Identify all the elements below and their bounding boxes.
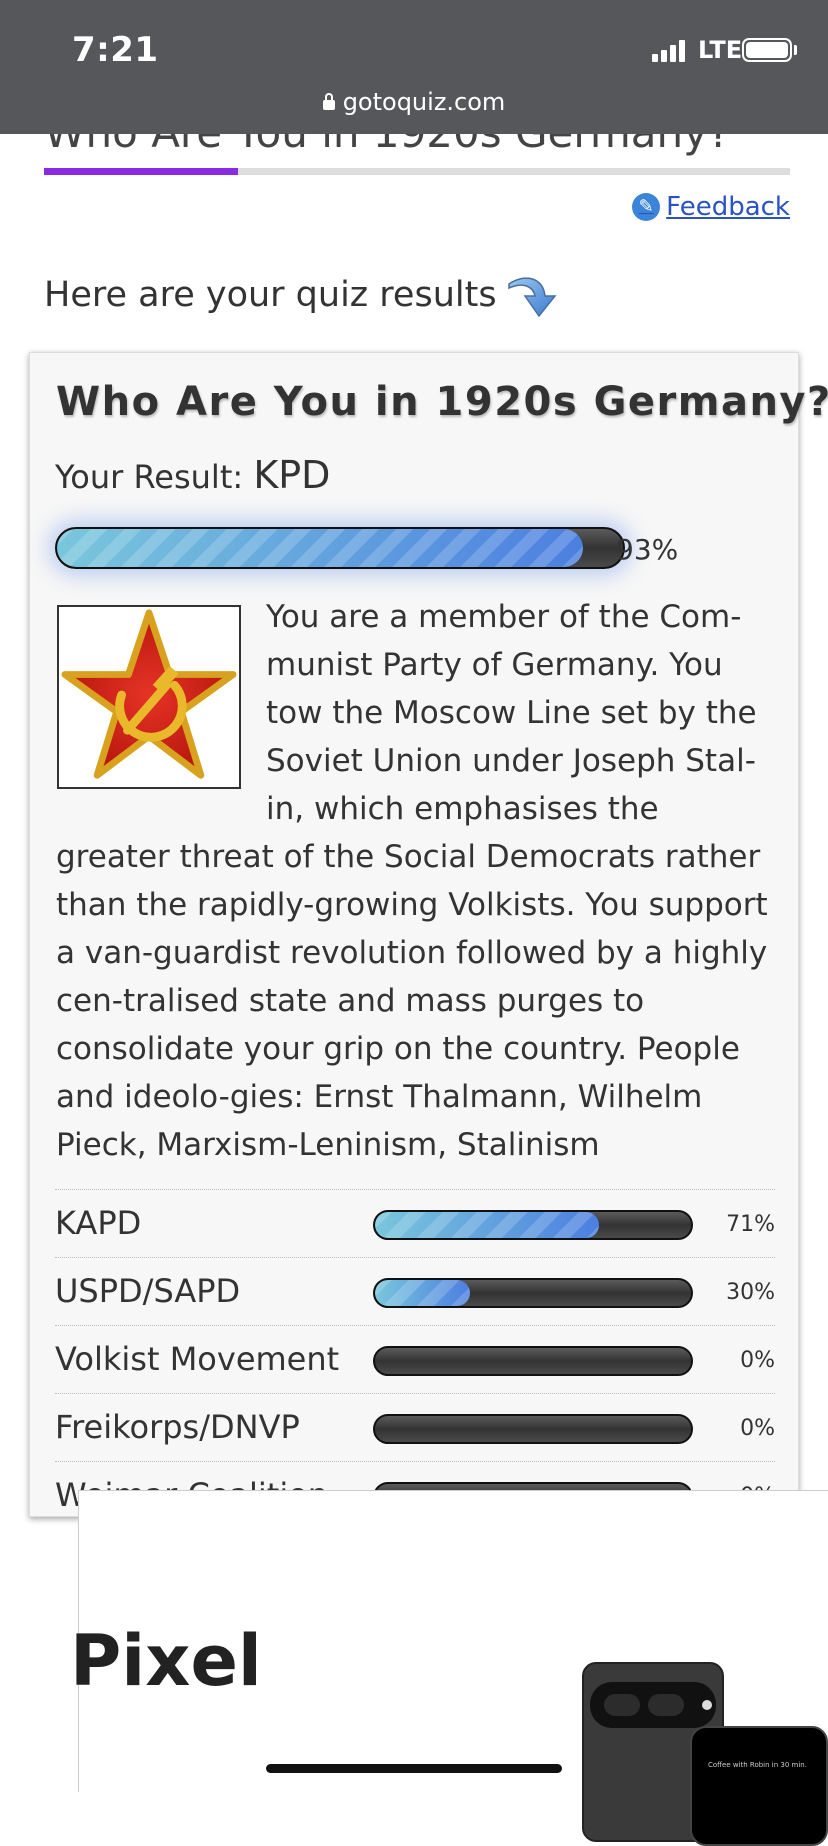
quiz-progress-fill — [44, 168, 238, 175]
curved-arrow-down-icon — [507, 277, 557, 318]
result-card-title: Who Are You in 1920s Germany? — [56, 379, 828, 425]
feedback-label: Feedback — [666, 192, 790, 222]
feedback-link[interactable]: ✎ Feedback — [632, 192, 790, 222]
signal-strength-icon — [652, 40, 688, 62]
other-result-row: Freikorps/DNVP 0% — [55, 1393, 775, 1461]
page-title: Who Are You in 1920s Germany? — [44, 134, 730, 157]
lock-icon — [322, 93, 335, 110]
other-result-name: USPD/SAPD — [55, 1272, 241, 1310]
address-bar[interactable]: gotoquiz.com — [0, 88, 828, 116]
other-result-percent: 30% — [726, 1280, 775, 1305]
battery-icon — [742, 38, 792, 62]
result-card: Who Are You in 1920s Germany? Your Resul… — [29, 352, 828, 1517]
your-result-value: KPD — [253, 453, 331, 497]
status-time: 7:21 — [72, 30, 159, 70]
other-result-percent: 71% — [726, 1212, 775, 1237]
results-intro: Here are your quiz results — [44, 270, 561, 320]
other-result-bar — [373, 1210, 693, 1240]
other-results-list: KAPD 71% USPD/SAPD 30% Volkist Movement 0% Fre… — [55, 1189, 775, 1529]
quiz-progress-bar — [44, 168, 790, 175]
result-percent-bar — [55, 527, 625, 569]
ad-phone-screen-image: Coffee with Robin in 30 min. — [690, 1726, 828, 1846]
url-text: gotoquiz.com — [342, 88, 506, 116]
other-result-percent: 0% — [740, 1416, 775, 1441]
your-result-label: Your Result: — [55, 458, 244, 496]
other-result-bar — [373, 1414, 693, 1444]
other-result-fill — [375, 1280, 470, 1306]
result-percent-label: 93% — [616, 533, 679, 566]
other-result-row: KAPD 71% — [55, 1189, 775, 1257]
page-content: Who Are You in 1920s Germany? ✎ Feedback… — [0, 134, 828, 1792]
result-percent-fill — [57, 529, 584, 567]
your-result: Your Result: KPD — [55, 453, 330, 497]
other-result-percent: 0% — [740, 1348, 775, 1373]
other-result-name: Freikorps/DNVP — [55, 1408, 300, 1446]
other-result-name: Volkist Movement — [55, 1340, 340, 1378]
other-result-name: KAPD — [55, 1204, 142, 1242]
network-type: LTE — [698, 36, 743, 64]
result-description: You are a member of the Com-munist Party… — [56, 593, 772, 1169]
status-bar: 7:21 LTE gotoquiz.com — [0, 0, 828, 134]
other-result-bar — [373, 1278, 693, 1308]
pencil-info-icon: ✎ — [632, 193, 661, 221]
other-result-row: USPD/SAPD 30% — [55, 1257, 775, 1325]
ad-headline[interactable]: Pixel — [70, 1620, 262, 1702]
home-indicator — [266, 1764, 562, 1773]
other-result-row: Volkist Movement 0% — [55, 1325, 775, 1393]
results-intro-text: Here are your quiz results — [44, 275, 497, 315]
other-result-bar — [373, 1346, 693, 1376]
other-result-fill — [375, 1212, 600, 1238]
ad-phone-screen-text: Coffee with Robin in 30 min. — [708, 1761, 807, 1769]
